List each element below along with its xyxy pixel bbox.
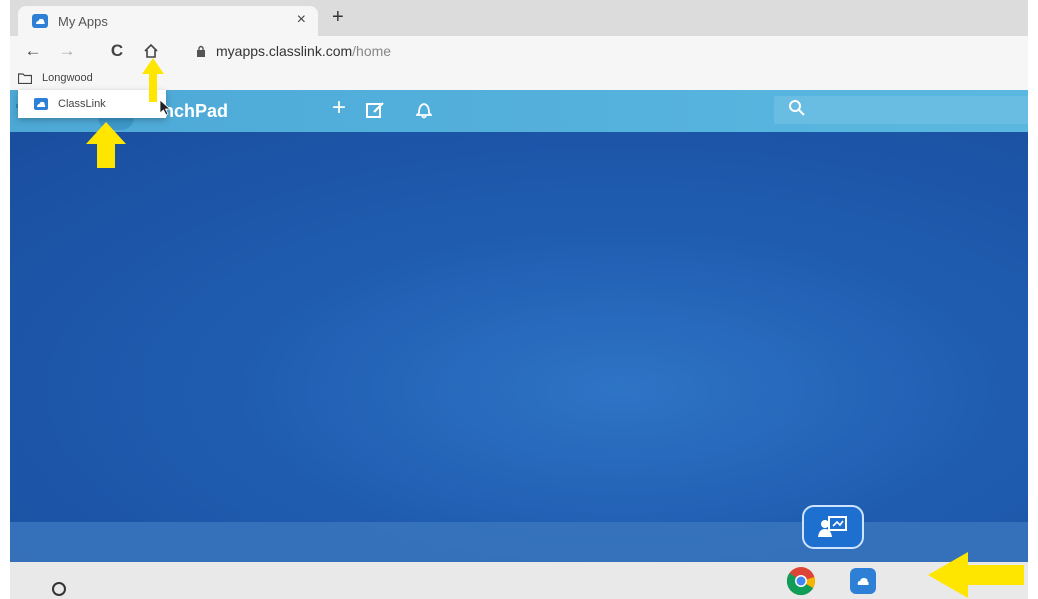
- tab-title: My Apps: [58, 13, 108, 29]
- launcher-icon[interactable]: [52, 582, 66, 596]
- classlink-cloud-icon: [34, 98, 48, 110]
- classlink-tray-arrow: [928, 552, 1024, 598]
- search-icon: [789, 100, 805, 116]
- lock-icon: [197, 45, 205, 57]
- classlink-cloud-icon: [32, 14, 48, 28]
- tab-close-icon[interactable]: ×: [297, 11, 306, 29]
- url-host: myapps.classlink.com: [216, 43, 353, 59]
- mouse-cursor-icon: [160, 100, 172, 116]
- back-button[interactable]: ←: [22, 40, 44, 62]
- address-bar[interactable]: myapps.classlink.com/home: [196, 40, 391, 62]
- add-icon[interactable]: +: [332, 96, 346, 120]
- url-path: /home: [352, 43, 392, 59]
- classlink-cloud-icon: [857, 577, 869, 585]
- search-input[interactable]: [774, 96, 1028, 124]
- os-taskbar: [10, 562, 1028, 599]
- bookmark-folder-longwood[interactable]: Longwood: [18, 68, 93, 88]
- folder-icon: [18, 72, 32, 84]
- home-icon: [144, 43, 158, 58]
- launchpad-content: [10, 132, 1028, 562]
- classroom-button[interactable]: [802, 505, 864, 549]
- forward-button[interactable]: →: [56, 40, 78, 62]
- presentation-icon: [818, 516, 847, 537]
- bookmark-label: Longwood: [42, 72, 93, 84]
- tab-strip: My Apps × +: [10, 0, 1028, 36]
- reload-button[interactable]: C: [106, 40, 128, 62]
- home-button-arrow: [142, 58, 164, 102]
- bell-icon[interactable]: [414, 101, 434, 123]
- new-tab-button[interactable]: +: [332, 7, 344, 27]
- chrome-icon[interactable]: [786, 566, 816, 596]
- bookmark-menu-label: ClassLink: [58, 98, 106, 110]
- browser-tab[interactable]: My Apps ×: [18, 6, 318, 36]
- desktop-shelf: [10, 522, 1028, 562]
- classlink-bookmark-arrow: [86, 122, 126, 168]
- classlink-tray-icon[interactable]: [850, 568, 876, 594]
- edit-icon[interactable]: [366, 101, 386, 123]
